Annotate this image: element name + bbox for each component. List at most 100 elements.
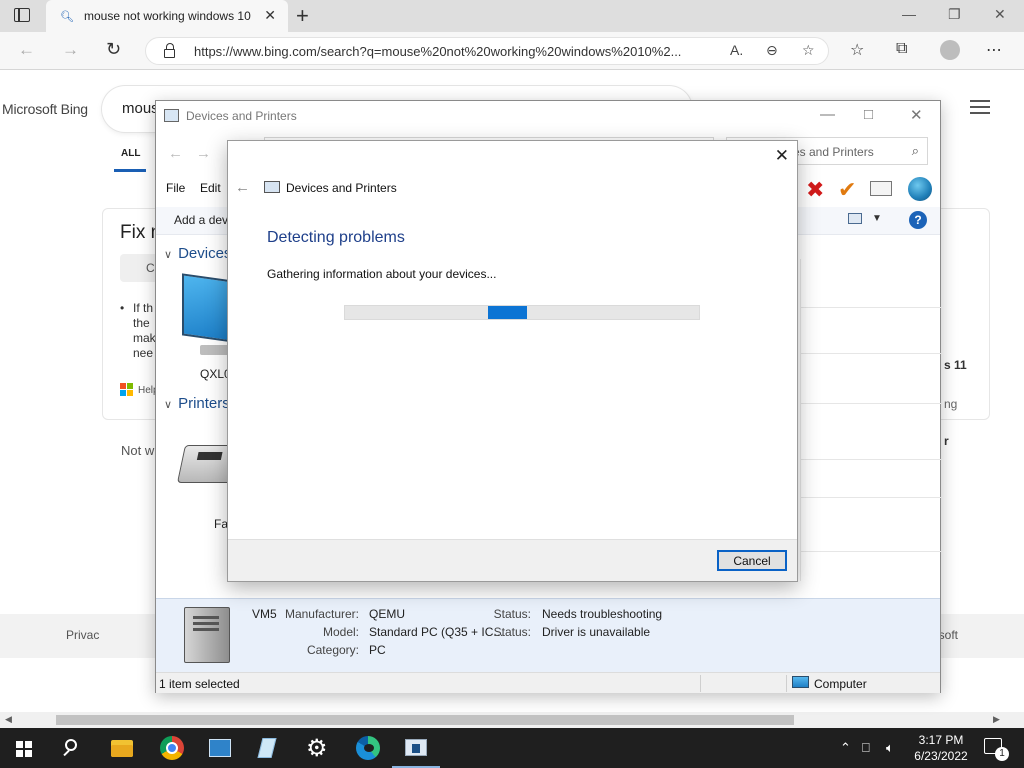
chevron-down-icon: ∨ <box>164 399 173 411</box>
more-menu-icon[interactable]: ⋯ <box>986 40 1002 60</box>
back-arrow-icon[interactable]: ← <box>235 179 250 196</box>
remove-icon[interactable]: ✖ <box>806 177 824 203</box>
settings-gear-icon[interactable]: ⚙ <box>306 735 330 762</box>
envelope-icon[interactable] <box>870 181 892 196</box>
model-label: Model: <box>322 625 359 639</box>
tab-all[interactable]: ALL <box>121 148 140 159</box>
file-explorer-icon[interactable] <box>110 736 134 760</box>
bing-logo[interactable]: Microsoft Bing <box>2 101 88 117</box>
answer-button[interactable]: C <box>120 254 160 282</box>
forward-icon[interactable]: → <box>62 40 79 60</box>
back-icon[interactable]: ← <box>18 40 35 60</box>
notepad-icon[interactable] <box>256 736 280 760</box>
help-icon[interactable]: ? <box>909 211 927 229</box>
profile-avatar[interactable] <box>940 40 960 60</box>
notification-icon[interactable]: 1 <box>984 738 1009 761</box>
forward-icon[interactable]: → <box>196 145 211 162</box>
tab-close-icon[interactable]: ✕ <box>264 7 276 24</box>
bing-query-text: mous <box>122 100 159 117</box>
back-icon[interactable]: ← <box>168 145 183 162</box>
right-result-fragment: s 11 <box>944 358 967 372</box>
bullet-line: If th <box>133 301 154 315</box>
start-button[interactable] <box>16 741 32 757</box>
close-window-icon[interactable]: ✕ <box>994 6 1006 23</box>
group-devices[interactable]: ∨ Devices <box>164 245 231 262</box>
right-result-fragment: r <box>944 434 949 448</box>
zoom-icon[interactable]: ⊖ <box>766 42 778 59</box>
control-panel-icon[interactable] <box>208 736 232 760</box>
tab-all-underline <box>114 169 146 172</box>
chrome-icon[interactable] <box>160 736 184 760</box>
search-icon[interactable]: ⌕ <box>912 143 919 159</box>
time-text: 3:17 PM <box>918 733 964 747</box>
new-tab-button[interactable]: + <box>296 3 309 29</box>
dialog-app-title: Devices and Printers <box>286 181 397 195</box>
lock-icon <box>164 43 175 58</box>
notification-count: 1 <box>995 747 1009 761</box>
date-text: 6/23/2022 <box>914 749 968 763</box>
network-icon[interactable]: ⎕ <box>862 740 870 756</box>
monitor-base <box>200 345 230 355</box>
device-label-fax[interactable]: Fa <box>214 517 228 531</box>
reload-icon[interactable]: ↻ <box>106 39 121 60</box>
status-label: Status: <box>493 625 531 639</box>
clock[interactable]: 3:17 PM 6/23/2022 <box>908 732 974 764</box>
search-icon[interactable] <box>62 736 86 760</box>
computer-icon <box>792 676 809 688</box>
menu-edit[interactable]: Edit <box>200 181 221 195</box>
window-title: Devices and Printers <box>186 109 297 123</box>
minimize-icon[interactable]: — <box>902 6 916 22</box>
devices-printers-icon <box>264 181 280 193</box>
troubleshooter-dialog: ✕ ← Devices and Printers Detecting probl… <box>227 140 798 582</box>
close-icon[interactable]: ✕ <box>775 146 789 166</box>
category-value: PC <box>369 643 386 657</box>
right-content-area <box>800 259 941 581</box>
scroll-thumb[interactable] <box>56 715 794 725</box>
search-placeholder: ces and Printers <box>787 145 874 159</box>
right-result-fragment: ng <box>944 397 958 411</box>
volume-icon[interactable]: 🔈︎ <box>886 740 894 756</box>
maximize-icon[interactable]: □ <box>864 106 873 123</box>
progress-fill <box>488 306 527 319</box>
group-printers[interactable]: ∨ Printers <box>164 395 230 412</box>
devices-printers-taskbar-icon[interactable] <box>392 736 440 768</box>
browser-tab[interactable]: 🔍︎ mouse not working windows 10 ✕ <box>46 0 288 32</box>
close-window-icon[interactable]: ✕ <box>910 106 923 124</box>
address-bar[interactable]: https://www.bing.com/search?q=mouse%20no… <box>145 37 829 65</box>
privacy-link[interactable]: Privac <box>66 628 99 642</box>
cancel-button[interactable]: Cancel <box>717 550 787 571</box>
add-favorite-icon[interactable]: ☆ <box>802 42 815 59</box>
microsoft-logo-icon <box>120 383 134 397</box>
hamburger-menu-icon[interactable] <box>970 100 990 118</box>
dialog-footer: Cancel <box>228 539 797 581</box>
status-value: Needs troubleshooting <box>542 607 663 621</box>
dialog-message: Gathering information about your devices… <box>267 267 497 281</box>
browser-tab-strip: 🔍︎ mouse not working windows 10 ✕ + — ❐ … <box>0 0 1024 32</box>
taskbar: ⚙ ⌃ ⎕ 🔈︎ 3:17 PM 6/23/2022 1 <box>0 728 1024 768</box>
favorites-icon[interactable]: ☆ <box>850 40 864 60</box>
minimize-icon[interactable]: — <box>820 106 835 123</box>
edge-icon[interactable] <box>356 736 380 760</box>
tab-title: mouse not working windows 10 <box>84 9 251 23</box>
location-label: Computer <box>814 677 867 691</box>
chevron-down-icon: ∨ <box>164 249 173 261</box>
address-toolbar: ← → ↻ https://www.bing.com/search?q=mous… <box>0 32 1024 70</box>
selection-count: 1 item selected <box>159 677 240 691</box>
globe-icon[interactable] <box>908 177 932 201</box>
menu-file[interactable]: File <box>166 181 185 195</box>
add-device-button[interactable]: Add a dev <box>174 213 228 227</box>
checkmark-icon[interactable]: ✔ <box>838 177 856 203</box>
horizontal-scrollbar[interactable]: ◀ ▶ <box>0 712 1024 728</box>
status-value: Driver is unavailable <box>542 625 651 639</box>
chevron-down-icon[interactable]: ▼ <box>872 213 882 224</box>
collections-icon[interactable]: ⧉ <box>896 40 907 58</box>
restore-icon[interactable]: ❐ <box>948 6 961 23</box>
read-aloud-icon[interactable]: A. <box>730 42 743 58</box>
scroll-left-icon[interactable]: ◀ <box>5 714 12 725</box>
scroll-right-icon[interactable]: ▶ <box>993 714 1000 725</box>
tab-actions-icon[interactable] <box>14 8 30 22</box>
view-options-icon[interactable] <box>848 213 862 224</box>
bullet-dot: • <box>120 301 125 315</box>
chevron-up-icon[interactable]: ⌃ <box>840 740 851 756</box>
bullet-line: the <box>133 316 150 330</box>
